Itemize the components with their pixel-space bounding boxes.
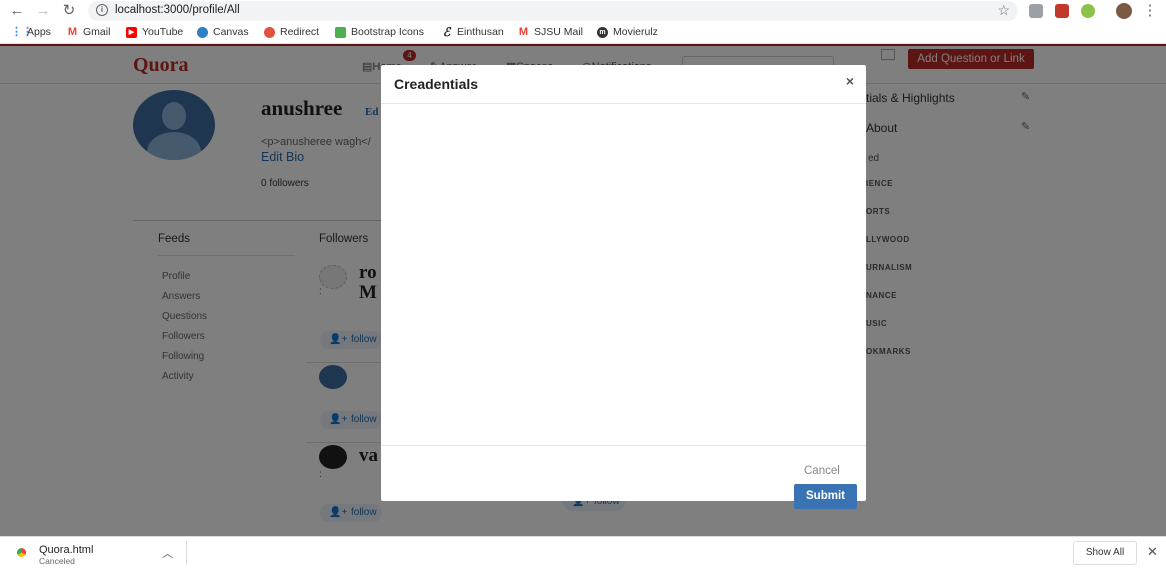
forward-icon[interactable]: → (35, 3, 51, 19)
extension-k-icon[interactable] (1029, 4, 1043, 18)
submit-button[interactable]: Submit (794, 484, 857, 509)
info-icon[interactable]: i (96, 4, 108, 16)
redirect-icon (264, 26, 275, 38)
cancel-button[interactable]: Cancel (804, 465, 840, 477)
bookmark-apps[interactable]: ⋮⋮ Apps (11, 26, 51, 38)
chrome-file-icon (17, 548, 26, 557)
download-filename[interactable]: Quora.html (39, 544, 93, 556)
einthusan-icon: ℰ (442, 24, 451, 39)
close-icon[interactable]: ✕ (1147, 544, 1158, 560)
gmail-icon: M (518, 25, 529, 38)
bookmark-star-icon[interactable]: ☆ (997, 2, 1010, 19)
bookmark-movierulz[interactable]: m Movierulz (597, 26, 658, 38)
bookmark-sjsu-mail[interactable]: M SJSU Mail (518, 26, 583, 38)
address-bar[interactable]: i localhost:3000/profile/All ☆ (88, 1, 1018, 21)
back-icon[interactable]: ← (9, 3, 25, 19)
download-status: Canceled (39, 556, 75, 566)
bookmark-label: Apps (27, 26, 51, 38)
bookmark-label: Einthusan (457, 26, 504, 38)
chevron-up-icon[interactable]: ︿ (162, 545, 173, 561)
apps-grid-icon: ⋮⋮ (11, 25, 33, 38)
divider (381, 103, 866, 104)
bookmark-label: YouTube (142, 26, 184, 38)
divider (381, 445, 866, 446)
show-all-button[interactable]: Show All (1073, 541, 1137, 565)
movierulz-icon: m (597, 26, 608, 38)
browser-toolbar: ← → ↻ i localhost:3000/profile/All ☆ ⋮ (0, 0, 1166, 22)
divider (186, 541, 187, 565)
bookmark-label: Bootstrap Icons (351, 26, 424, 38)
bookmarks-bar: ⋮⋮ Apps M Gmail ▶ YouTube Canvas Redirec… (0, 22, 1166, 44)
url-text[interactable]: localhost:3000/profile/All (115, 4, 240, 16)
bookmark-einthusan[interactable]: ℰ Einthusan (441, 24, 504, 39)
bookmark-youtube[interactable]: ▶ YouTube (126, 26, 183, 38)
youtube-icon: ▶ (126, 26, 137, 38)
bookmark-label: Movierulz (613, 26, 658, 38)
bookmark-label: Canvas (213, 26, 249, 38)
downloads-shelf: Quora.html Canceled ︿ Show All ✕ (0, 536, 1166, 568)
close-icon[interactable]: × (846, 73, 854, 89)
bootstrap-icon (335, 26, 346, 38)
bookmark-canvas[interactable]: Canvas (197, 26, 249, 38)
bookmark-label: Redirect (280, 26, 320, 38)
canvas-icon (197, 26, 208, 38)
menu-kebab-icon[interactable]: ⋮ (1142, 3, 1158, 19)
bookmark-label: Gmail (83, 26, 111, 38)
modal-title: Creadentials (394, 76, 479, 92)
bookmark-redirect[interactable]: Redirect (264, 26, 319, 38)
extension-red-icon[interactable] (1055, 4, 1069, 18)
profile-avatar-icon[interactable] (1116, 3, 1132, 19)
reload-icon[interactable]: ↻ (61, 3, 77, 19)
extension-green-icon[interactable] (1081, 4, 1095, 18)
bookmark-gmail[interactable]: M Gmail (67, 25, 111, 38)
credentials-modal: Creadentials × Cancel (381, 65, 866, 501)
bookmark-bootstrap[interactable]: Bootstrap Icons (335, 26, 424, 38)
bookmark-label: SJSU Mail (534, 26, 584, 38)
gmail-icon: M (67, 25, 78, 38)
